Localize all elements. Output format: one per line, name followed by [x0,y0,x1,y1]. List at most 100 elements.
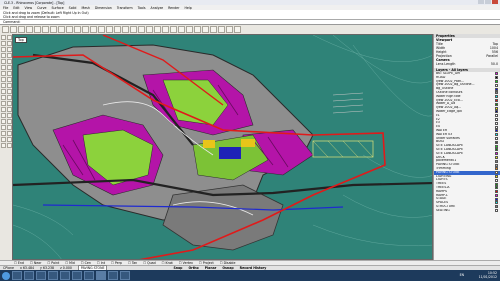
photoshop-icon[interactable] [72,271,82,280]
rhino-icon[interactable] [96,271,106,280]
layer-color-swatch[interactable] [495,171,498,175]
layer-color-swatch[interactable] [495,201,498,205]
box-icon[interactable] [1,83,6,88]
cplane-icon[interactable] [146,26,153,33]
minimize-button[interactable] [478,0,484,4]
split-icon[interactable] [1,119,6,124]
menu-mesh[interactable]: Mesh [81,6,89,10]
mesh-icon[interactable] [1,95,6,100]
menu-surface[interactable]: Surface [52,6,64,10]
layer-color-swatch[interactable] [495,167,498,171]
system-clock[interactable]: 10:52 11/01/2012 [479,271,497,279]
copy-icon[interactable] [50,26,57,33]
menu-transform[interactable]: Transform [117,6,133,10]
print-icon[interactable] [26,26,33,33]
rotate-view-icon[interactable] [90,26,97,33]
explode-icon[interactable] [1,125,6,130]
menu-analyze[interactable]: Analyze [151,6,164,10]
layer-color-swatch[interactable] [495,197,498,201]
undo-icon[interactable] [66,26,73,33]
layer-color-swatch[interactable] [495,76,498,80]
layer-color-swatch[interactable] [495,182,498,186]
firefox-icon[interactable] [36,271,46,280]
loft-icon[interactable] [1,77,6,82]
options-icon[interactable] [226,26,233,33]
menu-render[interactable]: Render [168,6,179,10]
layer-color-swatch[interactable] [495,91,498,95]
top-viewport[interactable]: Top [12,34,433,260]
menu-tools[interactable]: Tools [138,6,146,10]
properties-icon[interactable] [218,26,225,33]
language-indicator[interactable]: EN [460,273,464,277]
layer-color-swatch[interactable] [495,159,498,163]
select-all-icon[interactable] [178,26,185,33]
folder-icon[interactable] [108,271,118,280]
layer-color-swatch[interactable] [495,174,498,178]
layer-color-swatch[interactable] [495,72,498,76]
layer-color-swatch[interactable] [495,117,498,121]
close-button[interactable] [492,0,498,4]
rendered-icon[interactable] [170,26,177,33]
layer-color-swatch[interactable] [495,125,498,129]
maximize-button[interactable] [485,0,491,4]
shaded-icon[interactable] [162,26,169,33]
four-viewports-icon[interactable] [138,26,145,33]
menu-file[interactable]: File [3,6,8,10]
lock-icon[interactable] [202,26,209,33]
layer-color-swatch[interactable] [495,129,498,133]
paste-icon[interactable] [58,26,65,33]
prop-lens-value[interactable]: 50.0 [491,62,498,66]
hatch-icon[interactable] [1,137,6,142]
layer-color-swatch[interactable] [495,186,498,190]
layer-row[interactable]: SEATING [434,209,500,213]
explorer-icon[interactable] [12,271,22,280]
zoom-selected-icon[interactable] [122,26,129,33]
dimension-icon[interactable] [1,131,6,136]
curve-icon[interactable] [1,47,6,52]
copy-object-icon[interactable] [1,101,6,106]
scale-icon[interactable] [1,107,6,112]
layer-color-swatch[interactable] [495,136,498,140]
media-player-icon[interactable] [24,271,34,280]
select-arrow-icon[interactable] [1,35,6,40]
layer-color-swatch[interactable] [495,106,498,110]
start-button[interactable] [2,271,10,280]
layer-color-swatch[interactable] [495,98,498,102]
save-icon[interactable] [18,26,25,33]
menu-help[interactable]: Help [184,6,191,10]
help-icon[interactable] [234,26,241,33]
undo-view-icon[interactable] [130,26,137,33]
prop-projection-value[interactable]: Parallel [486,54,498,58]
zoom-window-icon[interactable] [106,26,113,33]
hide-icon[interactable] [186,26,193,33]
redo-icon[interactable] [74,26,81,33]
zoom-extents-icon[interactable] [114,26,121,33]
show-icon[interactable] [194,26,201,33]
cut-icon[interactable] [42,26,49,33]
zoom-dynamic-icon[interactable] [98,26,105,33]
layer-color-swatch[interactable] [495,83,498,87]
new-file-icon[interactable] [2,26,9,33]
layer-color-swatch[interactable] [495,193,498,197]
menu-solid[interactable]: Solid [69,6,77,10]
layer-color-swatch[interactable] [495,152,498,156]
chrome-icon[interactable] [48,271,58,280]
fillet-icon[interactable] [1,65,6,70]
layer-color-swatch[interactable] [495,148,498,152]
layer-icon[interactable] [210,26,217,33]
layer-color-swatch[interactable] [495,205,498,209]
layer-color-swatch[interactable] [495,209,498,213]
menu-edit[interactable]: Edit [13,6,19,10]
layer-color-swatch[interactable] [495,95,498,99]
import-icon[interactable] [34,26,41,33]
menu-curve[interactable]: Curve [37,6,46,10]
line-icon[interactable] [1,41,6,46]
layer-color-swatch[interactable] [495,144,498,148]
layer-color-swatch[interactable] [495,178,498,182]
layer-color-swatch[interactable] [495,114,498,118]
wireframe-icon[interactable] [154,26,161,33]
layer-color-swatch[interactable] [495,133,498,137]
layer-color-swatch[interactable] [495,87,498,91]
arc-icon[interactable] [1,53,6,58]
layer-color-swatch[interactable] [495,79,498,83]
